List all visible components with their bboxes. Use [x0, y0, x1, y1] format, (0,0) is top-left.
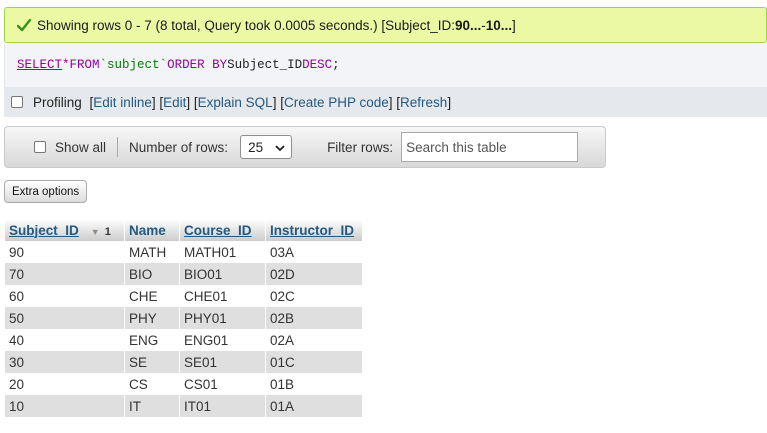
show-all-checkbox[interactable]: [34, 141, 46, 153]
header-label[interactable]: Instructor_ID: [270, 223, 354, 238]
sql-select-keyword[interactable]: SELECT: [17, 58, 62, 72]
cell-instructor-id: 02B: [266, 307, 362, 329]
cell-subject-id: 50: [5, 307, 124, 329]
edit-inline-link[interactable]: Edit inline: [93, 95, 152, 110]
filter-rows-label: Filter rows:: [327, 139, 394, 155]
rows-per-page-value: 25: [248, 139, 264, 155]
sql-table-name: `subject`: [99, 58, 168, 72]
sql-desc-keyword: DESC: [302, 58, 333, 72]
table-row: 20 CS CS01 01B: [5, 373, 362, 395]
create-php-code-link[interactable]: Create PHP code: [284, 95, 389, 110]
table-row: 40 ENG ENG01 02A: [5, 329, 362, 351]
sql-order-by-keyword: ORDER BY: [167, 58, 228, 72]
edit-link[interactable]: Edit: [163, 95, 186, 110]
cell-instructor-id: 01B: [266, 373, 362, 395]
cell-subject-id: 60: [5, 285, 124, 307]
table-row: 70 BIO BIO01 02D: [5, 263, 362, 285]
range-from: 90...: [454, 17, 482, 33]
extra-options-button[interactable]: Extra options: [4, 180, 88, 203]
checkmark-icon: [17, 18, 31, 32]
cell-instructor-id: 01C: [266, 351, 362, 373]
cell-name: CS: [125, 373, 179, 395]
cell-course-id: SE01: [180, 351, 265, 373]
success-suffix: ]: [512, 17, 516, 33]
sql-column-name: Subject_ID: [227, 58, 303, 72]
explain-sql-link[interactable]: Explain SQL: [198, 95, 273, 110]
cell-course-id: ENG01: [180, 329, 265, 351]
cell-instructor-id: 02C: [266, 285, 362, 307]
cell-course-id: PHY01: [180, 307, 265, 329]
cell-subject-id: 30: [5, 351, 124, 373]
cell-instructor-id: 01A: [266, 395, 362, 417]
cell-course-id: MATH01: [180, 241, 265, 263]
cell-course-id: CHE01: [180, 285, 265, 307]
cell-subject-id: 10: [5, 395, 124, 417]
cell-course-id: IT01: [180, 395, 265, 417]
rows-per-page-select[interactable]: 25: [240, 135, 293, 159]
cell-name: IT: [125, 395, 179, 417]
success-text: Showing rows 0 - 7 (8 total, Query took …: [37, 17, 455, 33]
phpmyadmin-browse-page: Showing rows 0 - 7 (8 total, Query took …: [0, 0, 767, 433]
header-course-id[interactable]: Course_ID: [180, 219, 265, 241]
sql-from-keyword: FROM: [69, 58, 100, 72]
header-label[interactable]: Course_ID: [184, 223, 252, 238]
success-message: Showing rows 0 - 7 (8 total, Query took …: [4, 7, 767, 43]
cell-course-id: BIO01: [180, 263, 265, 285]
table-row: 30 SE SE01 01C: [5, 351, 362, 373]
cell-instructor-id: 03A: [266, 241, 362, 263]
cell-name: CHE: [125, 285, 179, 307]
cell-name: SE: [125, 351, 179, 373]
table-row: 60 CHE CHE01 02C: [5, 285, 362, 307]
range-to: 10...: [485, 17, 513, 33]
header-label[interactable]: Subject_ID: [9, 223, 79, 238]
profiling-label: Profiling: [33, 94, 82, 110]
sql-query-box: SELECT * FROM `subject` ORDER BY Subject…: [4, 43, 767, 87]
refresh-link[interactable]: Refresh: [400, 95, 447, 110]
chevron-down-icon: [275, 140, 285, 155]
show-all-label: Show all: [55, 139, 107, 155]
table-row: 50 PHY PHY01 02B: [5, 307, 362, 329]
header-instructor-id[interactable]: Instructor_ID: [266, 219, 362, 241]
sql-star: *: [62, 58, 70, 72]
query-actions-bar: Profiling [ Edit inline ] [ Edit ] [ Exp…: [4, 87, 767, 117]
filter-rows-input[interactable]: [401, 132, 579, 162]
profiling-checkbox[interactable]: [11, 96, 23, 108]
cell-name: MATH: [125, 241, 179, 263]
cell-subject-id: 20: [5, 373, 124, 395]
cell-name: ENG: [125, 329, 179, 351]
cell-course-id: CS01: [180, 373, 265, 395]
cell-name: BIO: [125, 263, 179, 285]
cell-subject-id: 90: [5, 241, 124, 263]
cell-subject-id: 40: [5, 329, 124, 351]
sort-order-number: 1: [104, 225, 111, 238]
cell-instructor-id: 02A: [266, 329, 362, 351]
navigation-panel: Show all Number of rows: 25 Filter rows:: [4, 126, 606, 168]
table-row: 10 IT IT01 01A: [5, 395, 362, 417]
results-table: Subject_ID ▼ 1 Name Course_ID Instructor_I…: [4, 219, 363, 417]
header-label[interactable]: Name: [129, 223, 166, 238]
rows-label: Number of rows:: [129, 139, 229, 155]
table-row: 90 MATH MATH01 03A: [5, 241, 362, 263]
header-name[interactable]: Name: [125, 219, 179, 241]
header-subject-id[interactable]: Subject_ID ▼ 1: [5, 219, 124, 241]
table-header-row: Subject_ID ▼ 1 Name Course_ID Instructor_I…: [5, 219, 362, 241]
sql-terminator: ;: [332, 58, 340, 72]
cell-instructor-id: 02D: [266, 263, 362, 285]
cell-subject-id: 70: [5, 263, 124, 285]
sort-desc-icon: ▼: [90, 226, 100, 237]
cell-name: PHY: [125, 307, 179, 329]
divider: [117, 137, 119, 157]
